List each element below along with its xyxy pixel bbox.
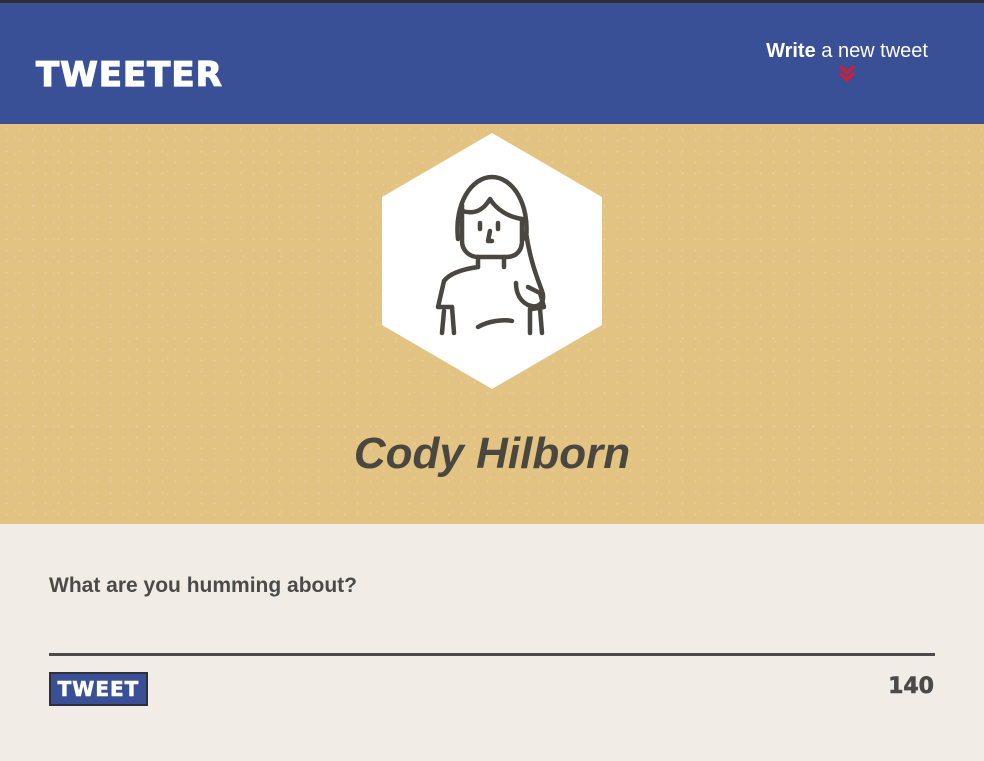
write-new-tweet-label: Write a new tweet: [766, 40, 928, 62]
person-avatar-icon: [382, 133, 602, 389]
tweet-text-input[interactable]: [49, 610, 934, 650]
nav-bar: TWEETER Write a new tweet: [0, 3, 984, 124]
tweet-prompt-label: What are you humming about?: [49, 574, 357, 597]
double-chevron-down-icon: [838, 64, 856, 83]
tweet-submit-button[interactable]: TWEET: [49, 672, 148, 706]
tweet-composer: What are you humming about? TWEET 140: [0, 524, 984, 761]
profile-name: Cody Hilborn: [353, 429, 631, 478]
profile-banner: Cody Hilborn: [0, 124, 984, 524]
input-underline: [49, 653, 935, 656]
write-new-tweet-toggle[interactable]: Write a new tweet: [766, 39, 928, 84]
character-counter: 140: [888, 674, 935, 700]
brand-logo[interactable]: TWEETER: [35, 54, 223, 95]
